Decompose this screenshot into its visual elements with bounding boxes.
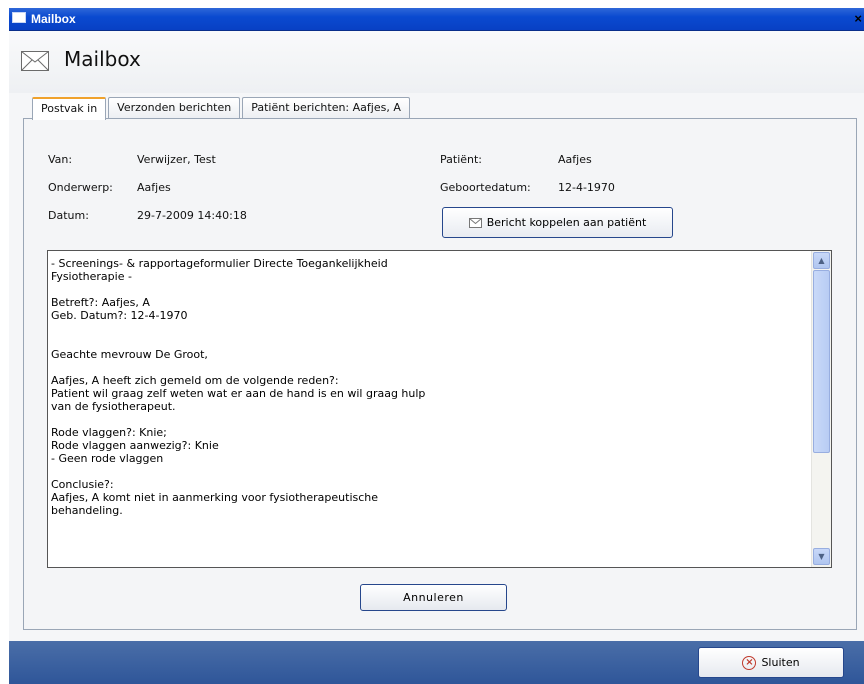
vertical-scrollbar[interactable]: ▲ ▼ bbox=[811, 251, 831, 567]
close-button[interactable]: × Sluiten bbox=[698, 647, 844, 678]
tab-bar: Postvak in Verzonden berichten Patiënt b… bbox=[32, 97, 412, 120]
subject-value: Aafjes bbox=[137, 181, 171, 194]
link-to-patient-button[interactable]: Bericht koppelen aan patiënt bbox=[442, 207, 673, 238]
patient-label: Patiënt: bbox=[440, 153, 483, 166]
dob-label: Geboortedatum: bbox=[440, 181, 531, 194]
scroll-thumb[interactable] bbox=[813, 270, 830, 453]
title-bar: Mailbox × bbox=[9, 8, 864, 31]
subject-label: Onderwerp: bbox=[48, 181, 113, 194]
envelope-icon bbox=[21, 51, 49, 71]
close-button-label: Sluiten bbox=[761, 656, 800, 669]
page-title: Mailbox bbox=[64, 47, 141, 71]
message-body-textarea[interactable]: - Screenings- & rapportageformulier Dire… bbox=[47, 250, 832, 568]
from-label: Van: bbox=[48, 153, 73, 166]
message-body-text: - Screenings- & rapportageformulier Dire… bbox=[51, 257, 426, 517]
tab-postvak-in[interactable]: Postvak in bbox=[32, 97, 107, 120]
patient-value: Aafjes bbox=[558, 153, 592, 166]
bottom-bar: × Sluiten bbox=[9, 641, 864, 684]
scroll-up-icon[interactable]: ▲ bbox=[813, 252, 830, 269]
tab-verzonden-berichten[interactable]: Verzonden berichten bbox=[108, 97, 241, 119]
mailbox-window: Mailbox Postvak in Verzonden berichten P… bbox=[9, 31, 864, 641]
dob-value: 12-4-1970 bbox=[558, 181, 615, 194]
window-icon bbox=[12, 12, 26, 23]
scroll-down-icon[interactable]: ▼ bbox=[813, 548, 830, 565]
from-value: Verwijzer, Test bbox=[137, 153, 216, 166]
date-label: Datum: bbox=[48, 209, 89, 222]
tab-patient-berichten[interactable]: Patiënt berichten: Aafjes, A bbox=[242, 97, 410, 119]
window-close-button[interactable]: × bbox=[854, 11, 862, 26]
envelope-icon bbox=[468, 217, 482, 228]
window-title: Mailbox bbox=[31, 12, 76, 26]
close-circle-icon: × bbox=[742, 655, 757, 670]
date-value: 29-7-2009 14:40:18 bbox=[137, 209, 247, 222]
cancel-button[interactable]: Annuleren bbox=[360, 584, 507, 611]
link-to-patient-label: Bericht koppelen aan patiënt bbox=[486, 216, 647, 229]
header: Mailbox bbox=[9, 31, 864, 93]
